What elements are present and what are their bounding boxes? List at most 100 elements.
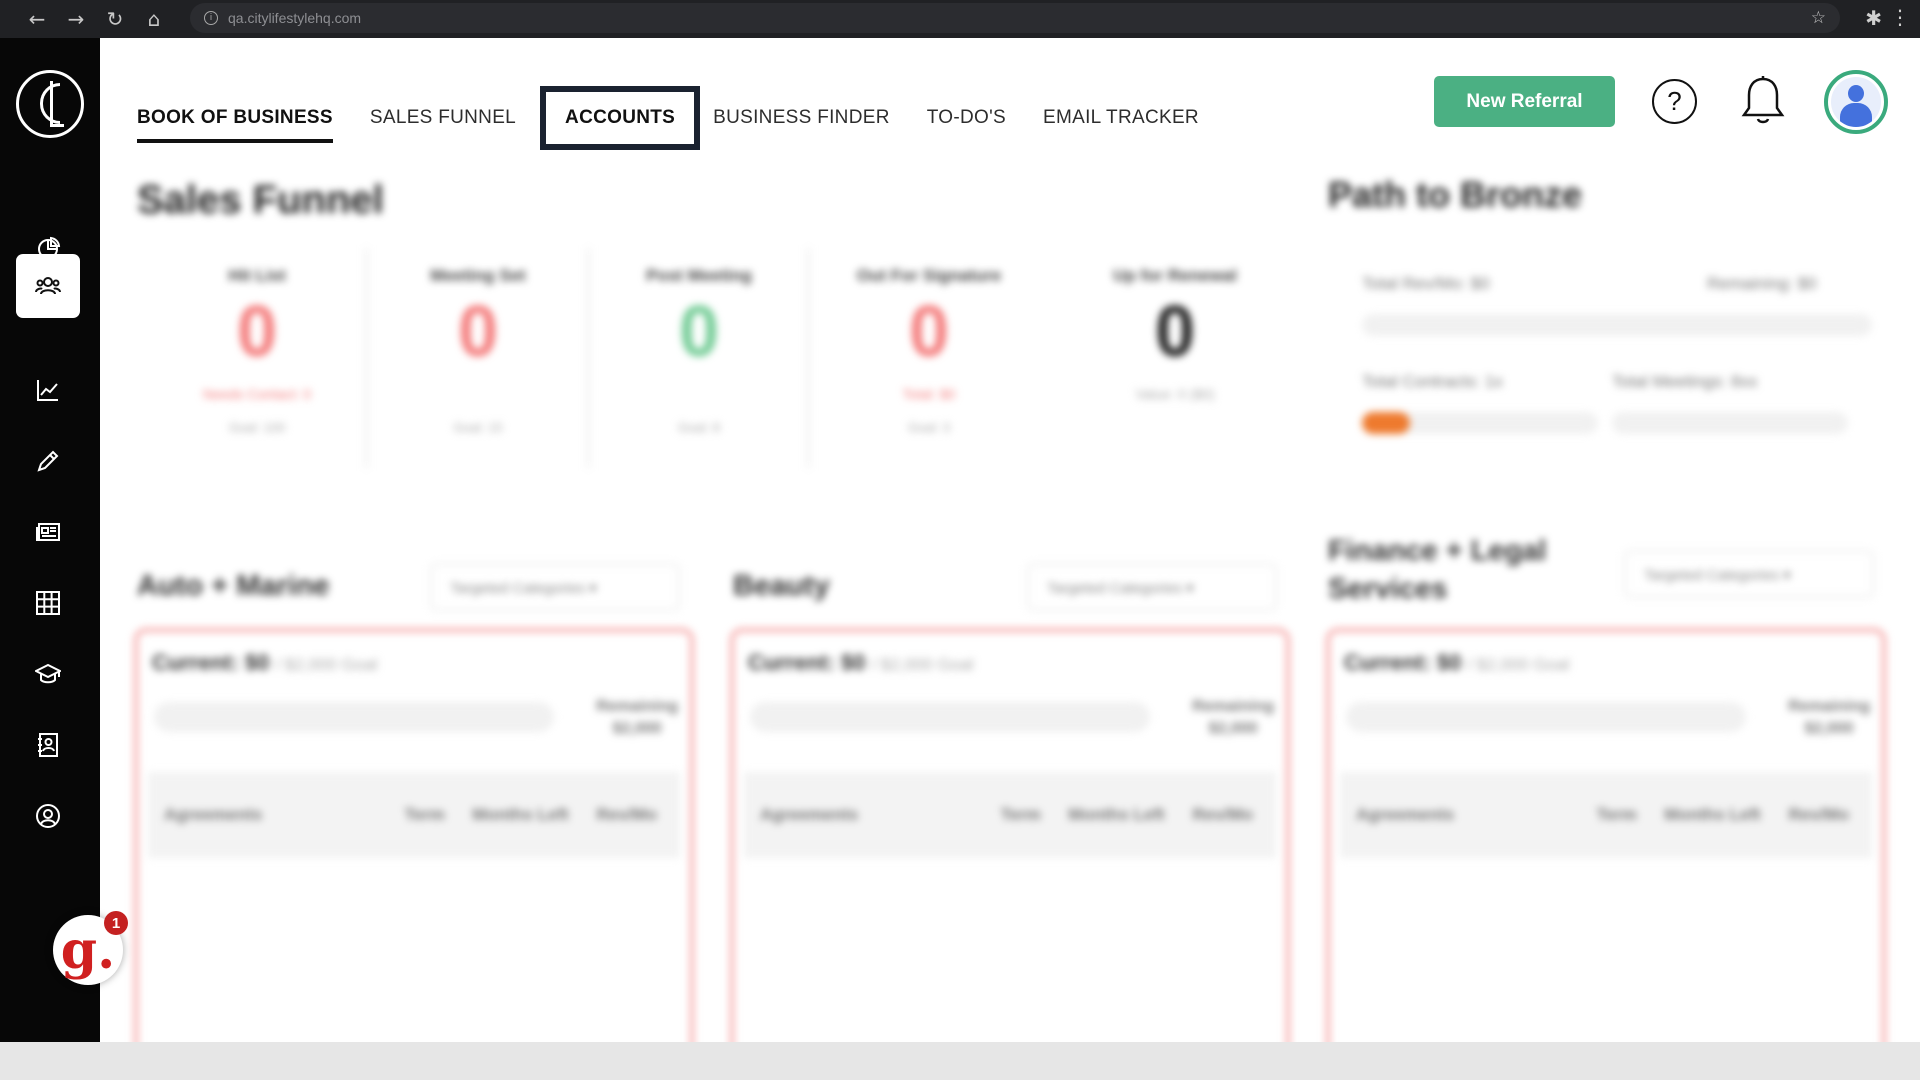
tab-book-of-business[interactable]: BOOK OF BUSINESS [137, 101, 333, 143]
url-text: qa.citylifestylehq.com [228, 10, 362, 26]
sidebar-item-contacts[interactable] [16, 713, 80, 777]
funnel-meeting-set[interactable]: Meeting Set 0 Goal: 15 [373, 266, 583, 435]
user-avatar[interactable] [1824, 70, 1888, 134]
funnel-label: Hit List [228, 266, 286, 285]
funnel-up-for-renewal[interactable]: Up for Renewal 0 Value: 0 ($0) [1060, 266, 1290, 402]
targeted-categories-dropdown[interactable]: Targeted Categories ▾ [430, 563, 680, 611]
remaining-label: Remaining [596, 698, 678, 715]
col-term[interactable]: Term [978, 805, 1063, 825]
current-value: Current: $0 / $2,000 Goal [748, 650, 973, 676]
category-title: Finance + Legal Services [1328, 535, 1547, 605]
current-value: Current: $0 / $2,000 Goal [152, 650, 377, 676]
reload-icon[interactable]: ↻ [100, 4, 130, 34]
users-icon [35, 277, 61, 295]
col-months-left[interactable]: Months Left [1659, 805, 1765, 825]
dropdown-value: Targeted Categories [1644, 567, 1780, 584]
current-amount: Current: $0 [152, 650, 270, 675]
tab-to-dos[interactable]: TO-DO'S [927, 101, 1006, 135]
path-to-bronze-title: Path to Bronze [1328, 174, 1583, 215]
sales-funnel-title: Sales Funnel [137, 178, 384, 222]
category-card-finance-legal: Current: $0 / $2,000 Goal Remaining $2,000… [1326, 628, 1886, 1042]
funnel-sub [594, 386, 804, 402]
line-chart-icon [37, 380, 58, 401]
main-content: BOOK OF BUSINESS SALES FUNNEL ACCOUNTS B… [100, 38, 1920, 1042]
remaining-value: $2,000 [1208, 720, 1258, 738]
col-term[interactable]: Term [382, 805, 467, 825]
col-months-left[interactable]: Months Left [467, 805, 573, 825]
col-rev-mo[interactable]: Rev/Mo [1766, 805, 1872, 825]
site-info-icon[interactable]: i [204, 11, 218, 25]
chat-notification-badge: 1 [104, 911, 128, 935]
category-progress-bar [154, 702, 554, 732]
total-rev-progress-bar [1362, 314, 1872, 336]
col-agreements[interactable]: Agreements [1340, 805, 1574, 825]
col-rev-mo[interactable]: Rev/Mo [574, 805, 680, 825]
funnel-goal: Goal: 100 [228, 420, 286, 435]
category-card-beauty: Current: $0 / $2,000 Goal Remaining $2,000… [730, 628, 1290, 1042]
funnel-value: 0 [678, 292, 720, 372]
sidebar-item-grid[interactable] [16, 571, 80, 635]
remaining-value: $2,000 [1804, 720, 1854, 738]
targeted-categories-dropdown[interactable]: Targeted Categories ▾ [1027, 563, 1277, 611]
funnel-value: 0 [908, 292, 950, 372]
funnel-label: Out For Signature [856, 266, 1002, 285]
funnel-out-for-signature[interactable]: Out For Signature 0 Total: $0 Goal: 3 [814, 266, 1044, 435]
notification-bell-icon[interactable] [1740, 75, 1786, 125]
help-icon[interactable]: ? [1652, 79, 1697, 124]
dropdown-value: Targeted Categories [450, 580, 586, 597]
funnel-value: 0 [236, 292, 278, 372]
category-card-auto-marine: Current: $0 / $2,000 Goal Remaining $2,000… [134, 628, 694, 1042]
funnel-label: Post Meeting [646, 266, 752, 285]
sidebar-item-book-of-business[interactable] [16, 254, 80, 318]
remaining-block: Remaining $2,000 [596, 696, 678, 741]
current-amount: Current: $0 [748, 650, 866, 675]
city-lifestyle-logo[interactable] [16, 70, 84, 138]
contracts-progress-bar [1362, 412, 1598, 434]
funnel-sub: Total: $0 [902, 386, 956, 402]
newspaper-icon [36, 523, 60, 541]
sidebar-item-analytics[interactable] [16, 358, 80, 422]
dropdown-value: Targeted Categories [1047, 580, 1183, 597]
funnel-sub: Value: 0 ($0) [1135, 386, 1215, 402]
remaining-label: Remaining [1788, 698, 1870, 715]
category-progress-bar [750, 702, 1150, 732]
extensions-icon[interactable]: ✱ [1865, 6, 1882, 30]
total-contracts-label: Total Contracts: 1x [1362, 372, 1503, 391]
tab-email-tracker[interactable]: EMAIL TRACKER [1043, 101, 1199, 135]
tab-accounts[interactable]: ACCOUNTS [540, 86, 701, 150]
sidebar-item-account[interactable] [16, 784, 80, 848]
funnel-hit-list[interactable]: Hit List 0 Needs Contact: 0 Goal: 100 [152, 266, 362, 435]
back-icon[interactable]: ← [22, 4, 52, 34]
top-navigation: BOOK OF BUSINESS SALES FUNNEL ACCOUNTS B… [137, 86, 1236, 150]
tab-sales-funnel[interactable]: SALES FUNNEL [370, 101, 516, 135]
tab-business-finder[interactable]: BUSINESS FINDER [713, 101, 890, 135]
current-amount: Current: $0 [1344, 650, 1462, 675]
funnel-sub [373, 386, 583, 402]
table-header: Agreements Term Months Left Rev/Mo [148, 772, 680, 858]
graduation-cap-icon [35, 663, 61, 684]
funnel-goal: Goal: 15 [453, 420, 503, 435]
address-bar[interactable]: i qa.citylifestylehq.com ☆ [190, 3, 1840, 33]
new-referral-button[interactable]: New Referral [1434, 76, 1615, 127]
funnel-goal: Goal: 8 [678, 420, 720, 435]
funnel-post-meeting[interactable]: Post Meeting 0 Goal: 8 [594, 266, 804, 435]
col-agreements[interactable]: Agreements [148, 805, 382, 825]
col-rev-mo[interactable]: Rev/Mo [1170, 805, 1276, 825]
forward-icon[interactable]: → [61, 4, 91, 34]
col-months-left[interactable]: Months Left [1063, 805, 1169, 825]
home-icon[interactable]: ⌂ [139, 4, 169, 34]
sidebar-item-tools[interactable] [16, 429, 80, 493]
goal-amount: / $2,000 Goal [1467, 655, 1570, 674]
browser-menu-icon[interactable]: ⋮ [1890, 5, 1910, 29]
pencil-icon [37, 450, 59, 472]
targeted-categories-dropdown[interactable]: Targeted Categories ▾ [1624, 550, 1874, 598]
col-agreements[interactable]: Agreements [744, 805, 978, 825]
remaining-value: $2,000 [612, 720, 662, 738]
col-term[interactable]: Term [1574, 805, 1659, 825]
bookmark-star-icon[interactable]: ☆ [1811, 8, 1826, 28]
sidebar-item-news[interactable] [16, 500, 80, 564]
sidebar-item-training[interactable] [16, 642, 80, 706]
remaining-block: Remaining $2,000 [1192, 696, 1274, 741]
funnel-label: Up for Renewal [1113, 266, 1237, 285]
goal-amount: / $2,000 Goal [275, 655, 378, 674]
